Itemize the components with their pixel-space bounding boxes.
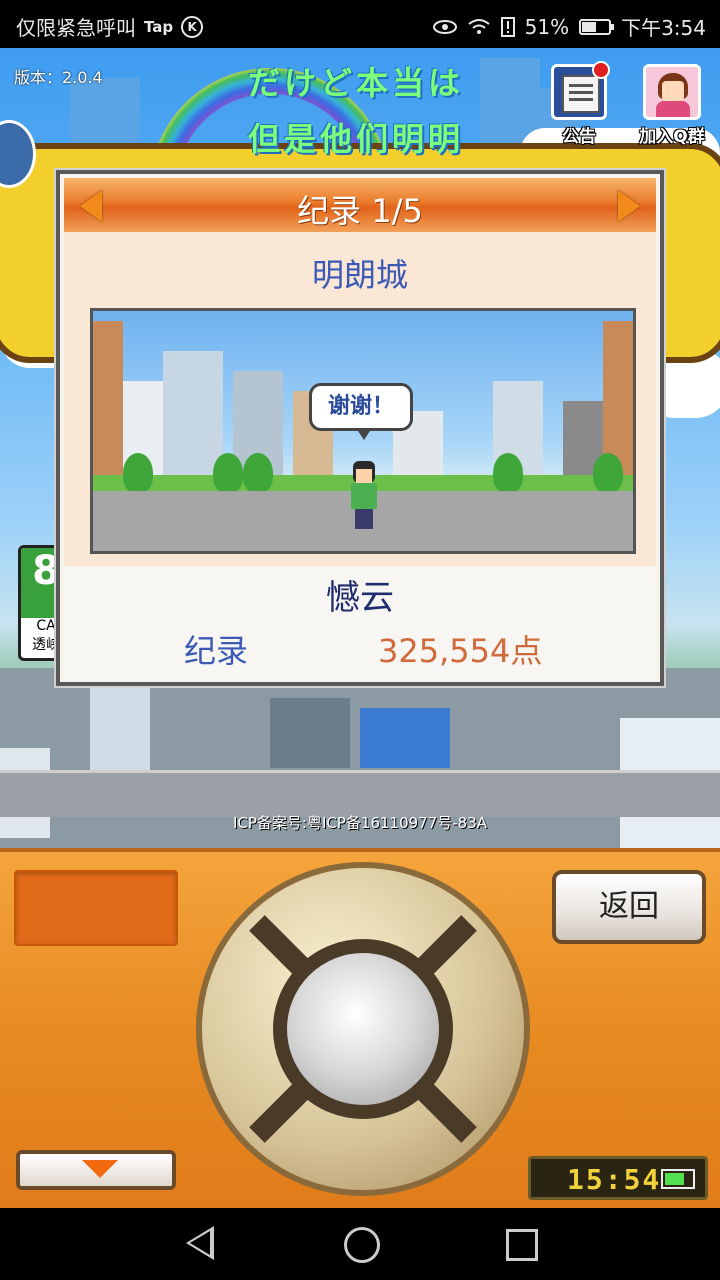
city-road — [0, 770, 720, 817]
city-building — [270, 698, 350, 768]
record-score: 325,554点 — [378, 632, 543, 670]
character-sprite — [347, 461, 381, 533]
city-name: 明朗城 — [311, 256, 408, 294]
game-clock-text: 15:54 — [567, 1163, 662, 1196]
notice-button[interactable]: 公告 — [548, 61, 610, 147]
game-clock: 15:54 — [528, 1156, 708, 1200]
dialog-header: 纪录 1/5 — [64, 178, 656, 232]
city-screenshot: 谢谢！ — [90, 308, 636, 554]
player-name: 憾云 — [326, 578, 394, 618]
shot-tree — [213, 453, 243, 493]
icp-text: ICP备案号:粤ICP备16110977号-83A — [232, 814, 488, 832]
navigation-bar — [0, 1208, 720, 1280]
record-dialog: 纪录 1/5 明朗城 谢谢！ 憾云 纪录 325,554点 — [56, 170, 664, 686]
k-icon: K — [181, 15, 204, 38]
battery-icon — [661, 1169, 695, 1189]
next-arrow-icon[interactable] — [618, 190, 640, 222]
home-nav-icon[interactable] — [344, 1227, 380, 1263]
speech-bubble: 谢谢！ — [309, 383, 413, 440]
shot-tree — [593, 453, 623, 493]
city-building — [360, 708, 450, 768]
record-label: 纪录 — [184, 632, 249, 670]
alert-icon — [500, 16, 515, 37]
tap-text: Tap — [144, 17, 174, 36]
status-bar: 仅限紧急呼叫 Tap K 51% 下午3:54 — [0, 0, 720, 48]
version-text: 版本：2.0.4 — [14, 68, 103, 87]
city-building — [90, 688, 150, 778]
dpad[interactable] — [196, 862, 530, 1196]
eye-icon — [432, 19, 457, 34]
scroll-down-button[interactable] — [16, 1150, 176, 1190]
shot-tree — [493, 453, 523, 493]
back-button[interactable]: 返回 — [552, 870, 706, 944]
notification-dot-icon — [592, 61, 610, 79]
join-qq-label: 加入Q群 — [639, 127, 705, 147]
shot-tree — [123, 453, 153, 493]
dpad-center-button[interactable] — [273, 939, 453, 1119]
status-left: 仅限紧急呼叫 Tap K — [16, 12, 204, 41]
title-cn: 但是他们明明 — [248, 120, 465, 158]
recent-apps-icon[interactable] — [506, 1229, 538, 1261]
notice-icon — [551, 61, 610, 120]
info-slot — [14, 870, 178, 946]
back-nav-icon[interactable] — [186, 1226, 214, 1260]
shot-tree — [243, 453, 273, 493]
down-arrow-icon — [82, 1160, 118, 1178]
dialog-title: 纪录 1/5 — [297, 192, 423, 230]
girl-avatar-icon — [643, 64, 701, 120]
clock-text: 下午3:54 — [621, 16, 706, 40]
notice-label: 公告 — [562, 127, 596, 147]
battery-icon — [579, 18, 615, 35]
title-jp: だけど本当は — [248, 64, 465, 102]
join-qq-group-button[interactable]: 加入Q群 — [636, 64, 708, 147]
carrier-text: 仅限紧急呼叫 — [16, 16, 136, 40]
battery-percent: 51% — [524, 14, 570, 39]
status-right: 51% 下午3:54 — [432, 12, 706, 41]
shot-building — [93, 321, 123, 491]
wifi-icon — [468, 18, 490, 34]
